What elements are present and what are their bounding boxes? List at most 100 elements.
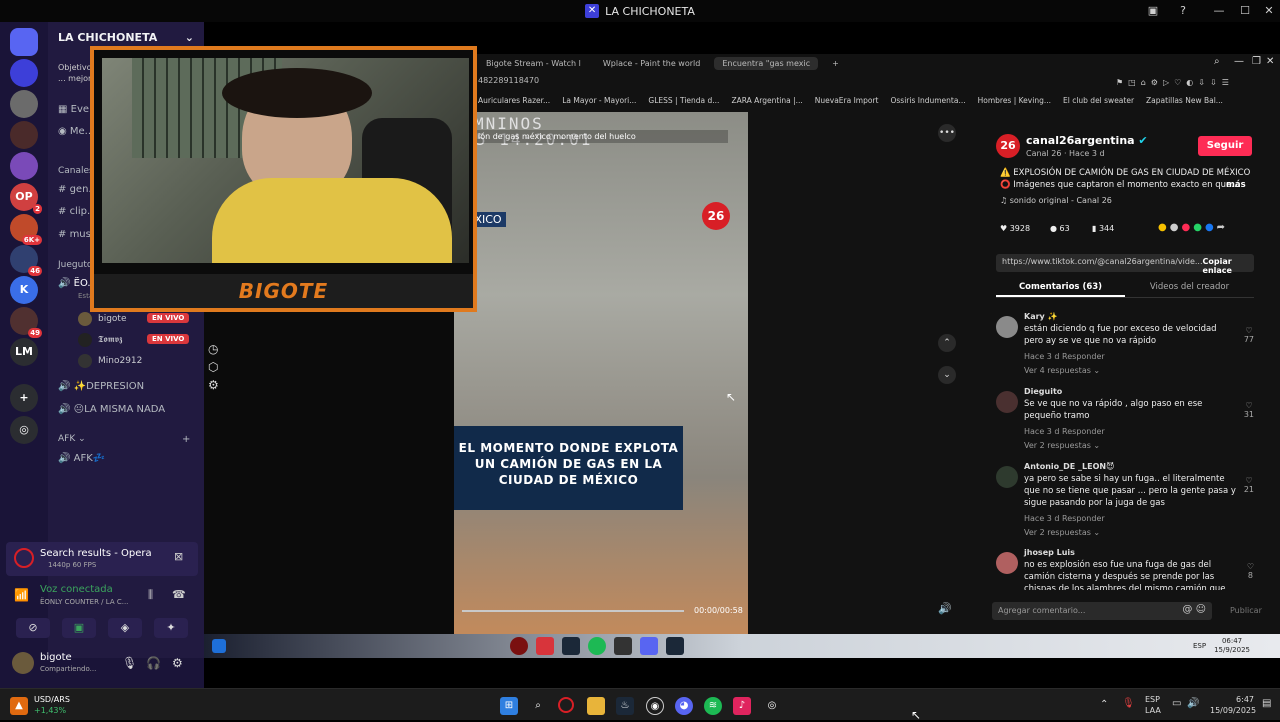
- restore-browser-icon[interactable]: ❐: [1252, 56, 1261, 67]
- server-icon[interactable]: [10, 28, 38, 56]
- server-icon[interactable]: LM: [10, 338, 38, 366]
- activity-icon[interactable]: ◈: [108, 618, 142, 638]
- add-channel-icon[interactable]: +: [182, 434, 190, 445]
- voice-channel-misma-nada[interactable]: 🔊 😐LA MISMA NADA: [58, 404, 165, 415]
- opera-icon[interactable]: [558, 697, 574, 713]
- obs-icon[interactable]: ◎: [763, 697, 781, 715]
- server-icon[interactable]: 49: [10, 307, 42, 338]
- bookmark-item[interactable]: Ossiris Indumenta...: [891, 96, 966, 110]
- section-afk[interactable]: AFK ⌄: [58, 434, 86, 444]
- discover-icon[interactable]: ◎: [10, 416, 38, 444]
- notification-icon[interactable]: ▤: [1262, 698, 1271, 709]
- folder-icon[interactable]: [587, 697, 605, 715]
- comment-count[interactable]: ● 63: [1050, 224, 1070, 233]
- comment-author[interactable]: Antonio_DE _LEON😈: [1024, 462, 1114, 471]
- bookmark-item[interactable]: GLESS | Tienda d...: [648, 96, 719, 110]
- avatar[interactable]: [996, 316, 1018, 338]
- settings-icon[interactable]: ⚙: [208, 378, 219, 392]
- view-replies[interactable]: Ver 2 respuestas ⌄: [1024, 528, 1100, 537]
- discord-icon[interactable]: [640, 637, 658, 655]
- comment-like[interactable]: ♡ 21: [1244, 476, 1254, 494]
- server-icon[interactable]: [10, 121, 38, 149]
- tab-comments[interactable]: Comentarios (63): [996, 278, 1125, 297]
- more-link[interactable]: más: [1226, 180, 1246, 190]
- chevron-down-icon[interactable]: ⌄: [938, 366, 956, 384]
- chevron-up-icon[interactable]: ⌃: [938, 334, 956, 352]
- ticker-label[interactable]: USD/ARS: [34, 695, 70, 704]
- comment-meta[interactable]: Hace 3 d Responder: [1024, 514, 1105, 523]
- tab-wplace[interactable]: Wplace - Paint the world: [595, 57, 708, 70]
- start-icon[interactable]: [212, 639, 226, 653]
- bookmark-item[interactable]: El club del sweater: [1063, 96, 1134, 110]
- server-icon[interactable]: 46: [10, 245, 42, 276]
- comment-author[interactable]: jhosep Luis: [1024, 548, 1075, 557]
- close-button[interactable]: ✕: [1256, 0, 1280, 22]
- search-icon[interactable]: ⌕: [529, 697, 547, 715]
- copy-link-button[interactable]: Copiar enlace: [1203, 257, 1248, 275]
- bookmark-item[interactable]: La Mayor - Mayori...: [562, 96, 636, 110]
- address-bar[interactable]: 482289118470: [478, 76, 539, 85]
- voice-user-3[interactable]: Mino2912: [78, 354, 142, 368]
- comment-meta[interactable]: Hace 3 d Responder: [1024, 352, 1105, 361]
- app-icon[interactable]: [536, 637, 554, 655]
- noise-icon[interactable]: ⫼: [148, 588, 153, 602]
- save-count[interactable]: ▮ 344: [1092, 224, 1114, 233]
- tab-bigote[interactable]: Bigote Stream - Watch l: [478, 57, 589, 70]
- comment-author[interactable]: Dieguito: [1024, 387, 1062, 396]
- volume-icon[interactable]: 🔊: [1187, 698, 1199, 709]
- volume-icon[interactable]: 🔊: [938, 602, 952, 615]
- tab-tiktok[interactable]: Encuentra "gas mexic: [714, 56, 819, 70]
- windows-start-icon[interactable]: ⊞: [500, 697, 518, 715]
- maximize-button[interactable]: ☐: [1232, 0, 1258, 22]
- bookmark-item[interactable]: ZARA Argentina |...: [731, 96, 802, 110]
- server-icon[interactable]: [10, 90, 38, 118]
- camera-off-icon[interactable]: ⊘: [16, 618, 50, 638]
- comment-like[interactable]: ♡ 8: [1247, 562, 1254, 580]
- steam-icon[interactable]: [666, 637, 684, 655]
- inbox-icon[interactable]: ▣: [1140, 0, 1166, 22]
- bookmark-item[interactable]: Auriculares Razer...: [478, 96, 550, 110]
- comment-meta[interactable]: Hace 3 d Responder: [1024, 427, 1105, 436]
- tiktok-icon[interactable]: ♪: [733, 697, 751, 715]
- add-server-icon[interactable]: +: [10, 384, 38, 412]
- comment-like[interactable]: ♡ 31: [1244, 401, 1254, 419]
- comment-like[interactable]: ♡ 77: [1244, 326, 1254, 344]
- bookmark-item[interactable]: Hombres | Keving...: [978, 96, 1051, 110]
- new-tab-button[interactable]: +: [824, 57, 847, 70]
- comment-author[interactable]: Kary ✨: [1024, 312, 1058, 321]
- emoji-icon[interactable]: @ ☺: [1182, 604, 1206, 615]
- chevron-up-icon[interactable]: ⌃: [1100, 699, 1108, 710]
- bookmark-item[interactable]: Zapatillas New Bal...: [1146, 96, 1223, 110]
- server-icon[interactable]: OP 2: [10, 183, 42, 214]
- spotify-icon[interactable]: ≋: [704, 697, 722, 715]
- close-browser-icon[interactable]: ✕: [1266, 56, 1274, 67]
- close-activity-icon[interactable]: ⊠: [174, 550, 183, 563]
- network-icon[interactable]: ▭: [1172, 698, 1181, 709]
- soundboard-icon[interactable]: ✦: [154, 618, 188, 638]
- channel-avatar[interactable]: 26: [996, 134, 1020, 158]
- spotify-icon[interactable]: [588, 637, 606, 655]
- clock-icon[interactable]: ◷: [208, 342, 218, 356]
- video-search[interactable]: ión de gas méxico momento del huelco: [474, 130, 728, 143]
- mic-icon[interactable]: 🎙: [122, 656, 137, 670]
- avatar[interactable]: [12, 652, 34, 674]
- minimize-browser-icon[interactable]: —: [1234, 56, 1244, 67]
- discord-icon[interactable]: ◕: [675, 697, 693, 715]
- lang-1[interactable]: ESP: [1145, 695, 1160, 704]
- server-icon[interactable]: 6K+: [10, 214, 42, 245]
- search-icon[interactable]: ⌕: [1214, 56, 1220, 67]
- toolbar-icons[interactable]: ⚑◳⌂⚙▷♡◐⇩⇩☰: [1116, 78, 1234, 87]
- headphones-icon[interactable]: 🎧: [146, 656, 161, 670]
- steam-icon[interactable]: ♨: [616, 697, 634, 715]
- sound-label[interactable]: ♫ sonido original - Canal 26: [1000, 196, 1112, 205]
- voice-channel-afk[interactable]: 🔊 AFK💤: [58, 453, 105, 464]
- server-icon[interactable]: K: [10, 276, 38, 304]
- bookmark-item[interactable]: NuevaEra Import: [815, 96, 879, 110]
- progress-bar[interactable]: [462, 610, 684, 612]
- inner-clock[interactable]: 06:47 15/9/2025: [1214, 637, 1250, 655]
- avatar[interactable]: [996, 466, 1018, 488]
- settings-gear-icon[interactable]: ⚙: [172, 656, 183, 670]
- share-icons[interactable]: ●●●●●➦: [1158, 222, 1228, 233]
- server-icon[interactable]: [10, 152, 38, 180]
- avatar[interactable]: [996, 552, 1018, 574]
